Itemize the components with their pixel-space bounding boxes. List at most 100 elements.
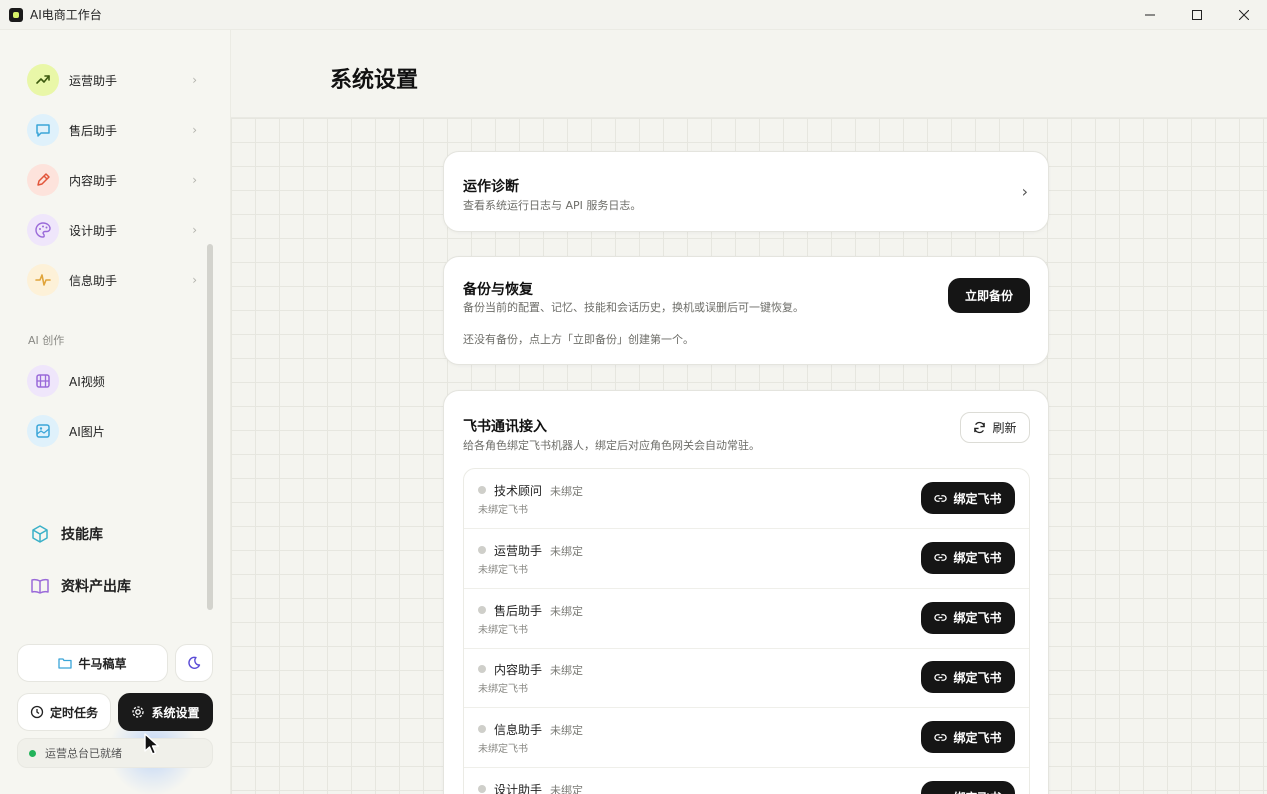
refresh-button[interactable]: 刷新	[960, 412, 1030, 443]
table-row: 运营助手 未绑定 未绑定飞书 绑定飞书	[464, 529, 1029, 589]
agent-name: 运营助手	[494, 543, 543, 558]
agent-bind-state: 未绑定	[550, 604, 583, 618]
sidebar-item-creation-1[interactable]: AI图片	[27, 413, 197, 449]
card-description: 给各角色绑定飞书机器人，绑定后对应角色网关会自动常驻。	[463, 439, 760, 452]
status-dot-icon	[478, 725, 486, 734]
backup-empty-text: 还没有备份，点上方「立即备份」创建第一个。	[463, 333, 694, 346]
table-row: 内容助手 未绑定 未绑定飞书 绑定飞书	[464, 648, 1029, 709]
link-icon	[936, 793, 946, 794]
table-row: 设计助手 未绑定 未绑定飞书 绑定飞书	[464, 768, 1029, 794]
sidebar-item-assistant-0[interactable]: 运营助手 ›	[27, 62, 197, 98]
link-icon	[934, 733, 948, 741]
pulse-icon	[27, 264, 59, 296]
page-title: 系统设置	[330, 68, 419, 93]
refresh-icon	[974, 421, 986, 434]
bind-feishu-button[interactable]: 绑定飞书	[921, 541, 1015, 574]
maximize-button[interactable]	[1173, 0, 1220, 30]
agent-subtext: 未绑定飞书	[478, 684, 528, 696]
agent-name: 内容助手	[494, 663, 543, 678]
agent-bind-state: 未绑定	[550, 784, 583, 794]
sidebar-item-label: 技能库	[61, 527, 103, 543]
sidebar-item-creation-0[interactable]: AI视频	[27, 363, 197, 399]
agent-name: 设计助手	[494, 783, 543, 794]
agent-bind-state: 未绑定	[550, 664, 583, 678]
card-description: 查看系统运行日志与 API 服务日志。	[463, 199, 642, 212]
agent-name: 信息助手	[494, 723, 543, 738]
table-row: 信息助手 未绑定 未绑定飞书 绑定飞书	[464, 708, 1029, 769]
sidebar-item-assistant-1[interactable]: 售后助手 ›	[27, 112, 197, 148]
sidebar-item-output-library[interactable]: 资料产出库	[30, 572, 131, 600]
diagnostics-card[interactable]: 运作诊断 查看系统运行日志与 API 服务日志。 ›	[443, 151, 1049, 232]
status-badge: 运营总台已就绪	[17, 738, 213, 768]
card-title: 备份与恢复	[463, 282, 533, 298]
sidebar-item-skills[interactable]: 技能库	[30, 520, 103, 548]
bind-feishu-button[interactable]: 绑定飞书	[921, 781, 1015, 794]
folder-icon	[58, 658, 73, 669]
agent-subtext: 未绑定飞书	[478, 624, 528, 636]
sidebar-item-label: AI视频	[69, 374, 105, 389]
minimize-button[interactable]	[1126, 0, 1173, 30]
status-dot-icon	[478, 486, 486, 494]
trend-up-icon	[27, 64, 59, 96]
bind-feishu-button[interactable]: 绑定飞书	[921, 661, 1015, 694]
link-icon	[934, 673, 948, 681]
agent-bind-state: 未绑定	[550, 724, 583, 738]
sidebar-item-label: 运营助手	[69, 73, 118, 88]
agent-bind-state: 未绑定	[550, 485, 583, 498]
bind-feishu-button[interactable]: 绑定飞书	[921, 721, 1015, 754]
system-settings-button[interactable]: 系统设置	[118, 693, 213, 731]
status-dot-icon	[478, 605, 486, 614]
table-row: 技术顾问 未绑定 未绑定飞书 绑定飞书	[464, 469, 1029, 529]
sidebar-item-assistant-2[interactable]: 内容助手 ›	[27, 162, 197, 198]
page-header: 系统设置	[231, 30, 1267, 118]
bind-feishu-button[interactable]: 绑定飞书	[921, 601, 1015, 634]
book-icon	[31, 578, 49, 594]
sidebar-scrollbar[interactable]	[207, 244, 213, 610]
card-description: 备份当前的配置、记忆、技能和会话历史，换机或误删后可一键恢复。	[463, 301, 804, 314]
drafts-button[interactable]: 牛马稿草	[17, 644, 168, 682]
minimize-icon	[1144, 14, 1155, 16]
sidebar-item-label: 内容助手	[69, 173, 118, 188]
agent-subtext: 未绑定飞书	[478, 744, 528, 756]
pen-icon	[27, 164, 59, 196]
chevron-right-icon: ›	[192, 123, 197, 137]
chat-bubble-icon	[27, 114, 59, 146]
sidebar-item-assistant-3[interactable]: 设计助手 ›	[27, 212, 197, 248]
app-logo-icon	[9, 7, 23, 22]
window-title: AI电商工作台	[30, 8, 102, 22]
chevron-right-icon: ›	[192, 173, 197, 187]
maximize-icon	[1191, 10, 1202, 20]
agent-name: 售后助手	[494, 603, 543, 618]
title-bar: AI电商工作台	[0, 0, 1267, 30]
sidebar-item-label: 信息助手	[69, 273, 118, 288]
mouse-cursor-icon	[144, 733, 160, 755]
gear-icon	[132, 706, 145, 718]
backup-now-button[interactable]: 立即备份	[948, 278, 1030, 313]
agent-subtext: 未绑定飞书	[478, 505, 528, 516]
main-content: 系统设置 运作诊断 查看系统运行日志与 API 服务日志。 › 备份与恢复 备份…	[231, 30, 1267, 794]
status-text: 运营总台已就绪	[45, 747, 122, 760]
scheduled-tasks-button[interactable]: 定时任务	[17, 693, 111, 731]
sidebar-item-label: 售后助手	[69, 123, 118, 138]
chevron-right-icon: ›	[192, 273, 197, 287]
film-icon	[27, 365, 59, 397]
link-icon	[934, 614, 948, 622]
close-button[interactable]	[1220, 0, 1267, 30]
section-label-ai-creation: AI 创作	[28, 334, 65, 347]
link-icon	[934, 554, 948, 562]
card-title: 飞书通讯接入	[463, 419, 547, 435]
sidebar: 运营助手 › 售后助手 › 内容助手 › 设计助手 › 信息助手 › AI 创作 AI视频 AI图片…	[0, 30, 231, 794]
main-scrollbar[interactable]	[1261, 30, 1265, 794]
theme-toggle-button[interactable]	[175, 644, 213, 682]
chevron-right-icon: ›	[192, 223, 197, 237]
status-dot-icon	[478, 785, 486, 793]
moon-icon	[188, 656, 201, 669]
bind-feishu-button[interactable]: 绑定飞书	[921, 482, 1015, 514]
table-row: 售后助手 未绑定 未绑定飞书 绑定飞书	[464, 589, 1029, 649]
clock-icon	[30, 705, 44, 719]
sidebar-item-label: 设计助手	[69, 223, 118, 238]
window-controls	[1126, 0, 1267, 30]
sidebar-item-assistant-4[interactable]: 信息助手 ›	[27, 262, 197, 298]
sidebar-item-label: 资料产出库	[61, 579, 131, 595]
status-dot-icon	[29, 749, 36, 757]
